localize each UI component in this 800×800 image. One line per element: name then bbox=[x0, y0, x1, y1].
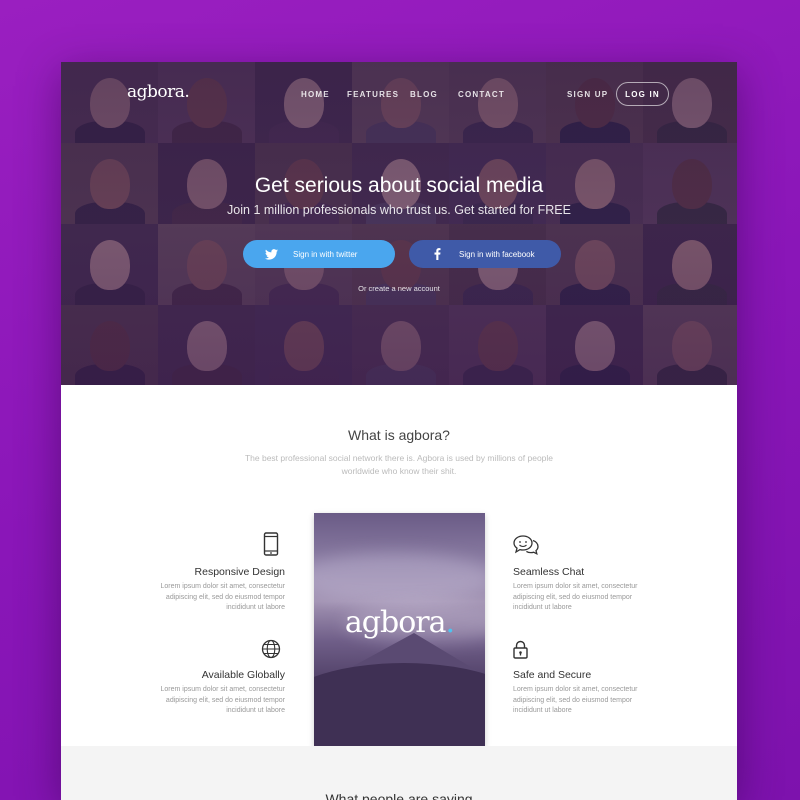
feature-title: Available Globally bbox=[201, 669, 285, 681]
phone-logo-dot: . bbox=[445, 605, 455, 640]
feature-title: Safe and Secure bbox=[513, 669, 592, 681]
top-navigation: agbora. HOME FEATURES BLOG CONTACT SIGN … bbox=[61, 62, 737, 126]
signup-link[interactable]: SIGN UP bbox=[567, 90, 608, 99]
facebook-icon bbox=[429, 246, 445, 262]
hero-title: Get serious about social media bbox=[254, 174, 544, 197]
feature-description: Lorem ipsum dolor sit amet, consectetur … bbox=[160, 583, 286, 611]
nav-link-home[interactable]: HOME bbox=[301, 90, 330, 99]
feature-seamless-chat: Seamless Chat Lorem ipsum dolor sit amet… bbox=[513, 534, 643, 624]
chat-bubbles-icon bbox=[513, 534, 539, 556]
phone-brand-logo: agbora. bbox=[314, 605, 485, 640]
globe-icon bbox=[261, 639, 281, 661]
feature-title: Seamless Chat bbox=[513, 566, 585, 578]
about-description: The best professional social network the… bbox=[244, 453, 554, 476]
hero-subtitle: Join 1 million professionals who trust u… bbox=[227, 203, 571, 217]
twitter-icon bbox=[263, 246, 279, 262]
sign-in-twitter-button[interactable]: Sign in with twitter bbox=[243, 240, 395, 268]
brand-logo[interactable]: agbora. bbox=[127, 82, 190, 102]
smartphone-icon bbox=[261, 532, 279, 556]
phone-logo-text: agbora bbox=[344, 605, 447, 640]
feature-available-globally: Available Globally Lorem ipsum dolor sit… bbox=[155, 639, 285, 729]
feature-description: Lorem ipsum dolor sit amet, consectetur … bbox=[513, 686, 638, 714]
about-title: What is agbora? bbox=[348, 427, 450, 443]
facebook-button-label: Sign in with facebook bbox=[459, 249, 535, 259]
mountain-shape bbox=[314, 663, 485, 746]
nav-link-features[interactable]: FEATURES bbox=[347, 90, 399, 99]
testimonials-title: What people are saying bbox=[325, 791, 473, 800]
feature-title: Responsive Design bbox=[194, 566, 285, 578]
feature-responsive-design: Responsive Design Lorem ipsum dolor sit … bbox=[155, 532, 285, 622]
lock-icon bbox=[513, 640, 529, 662]
login-button[interactable]: LOG IN bbox=[616, 82, 669, 106]
cloud-shape bbox=[314, 553, 485, 603]
twitter-button-label: Sign in with twitter bbox=[293, 249, 358, 259]
hero-section: agbora. HOME FEATURES BLOG CONTACT SIGN … bbox=[61, 62, 737, 385]
feature-description: Lorem ipsum dolor sit amet, consectetur … bbox=[160, 686, 286, 714]
create-account-link[interactable]: Or create a new account bbox=[61, 284, 737, 293]
phone-mockup-image: agbora. bbox=[314, 513, 485, 746]
nav-link-blog[interactable]: BLOG bbox=[410, 90, 438, 99]
feature-description: Lorem ipsum dolor sit amet, consectetur … bbox=[513, 583, 638, 611]
sign-in-facebook-button[interactable]: Sign in with facebook bbox=[409, 240, 561, 268]
nav-link-contact[interactable]: CONTACT bbox=[458, 90, 505, 99]
landing-page: agbora. HOME FEATURES BLOG CONTACT SIGN … bbox=[61, 62, 737, 800]
feature-safe-and-secure: Safe and Secure Lorem ipsum dolor sit am… bbox=[513, 640, 643, 730]
